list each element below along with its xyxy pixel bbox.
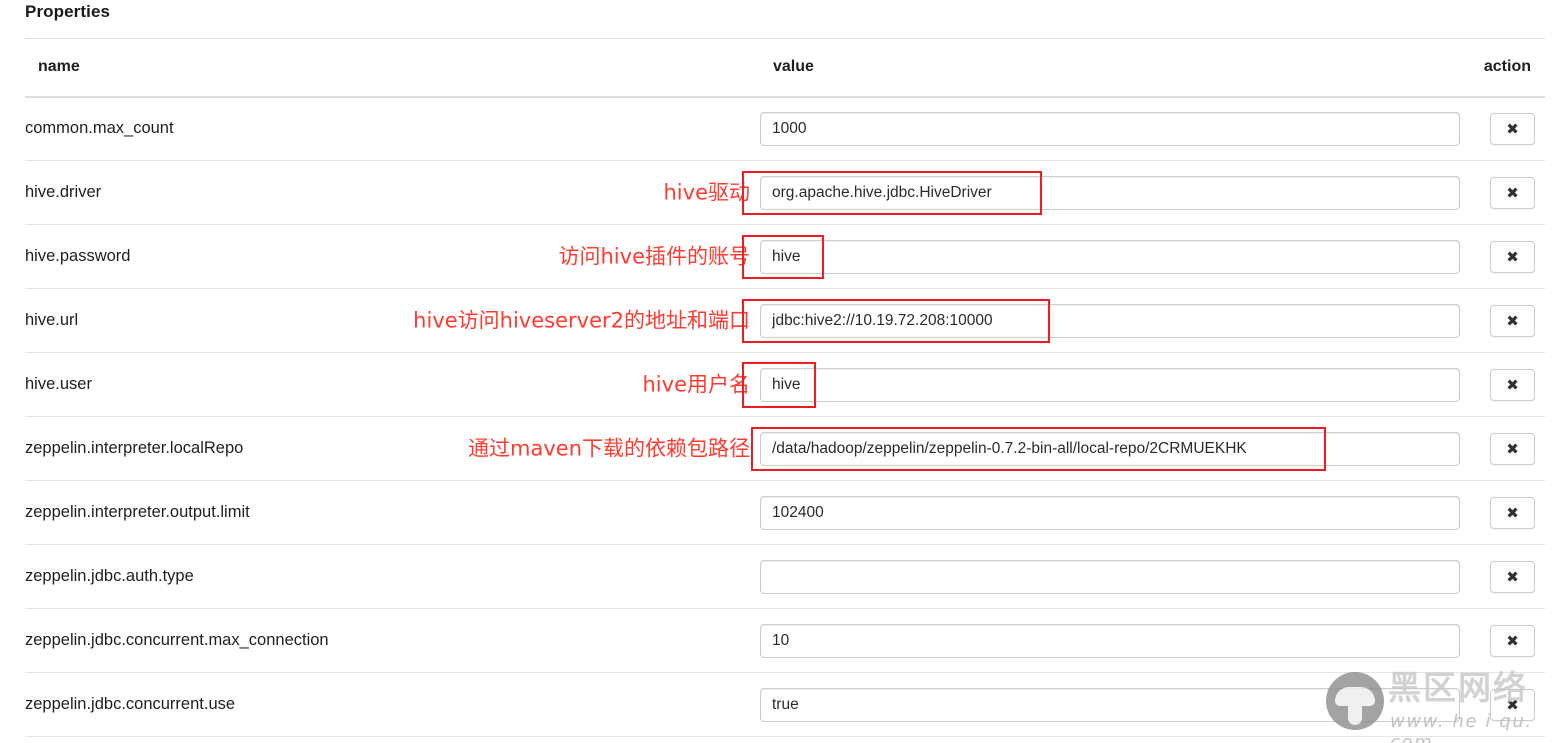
close-icon: ✖ [1506,631,1519,650]
remove-property-button[interactable]: ✖ [1490,496,1535,529]
property-action-cell: ✖ [1480,608,1545,673]
remove-property-button[interactable]: ✖ [1490,112,1535,145]
property-action-cell: ✖ [1480,416,1545,481]
close-icon: ✖ [1506,503,1519,522]
remove-property-button[interactable]: ✖ [1490,624,1535,657]
property-value-input[interactable] [760,687,1460,722]
property-value-input[interactable] [760,623,1460,658]
property-name: zeppelin.interpreter.localRepo [25,439,244,457]
property-value-input[interactable] [760,111,1460,146]
property-value-input[interactable] [760,495,1460,530]
table-header: name value action [25,38,1545,98]
table-header-row: name value action [25,38,1545,98]
property-value-cell [760,480,1480,545]
property-name: common.max_count [25,119,174,138]
annotation-text: hive访问hiveserver2的地址和端口 [413,308,750,332]
property-name: hive.url [25,311,79,329]
remove-property-button[interactable]: ✖ [1490,240,1535,273]
column-header-value: value [760,38,1480,98]
property-name: hive.password [25,247,131,265]
table-row: hive.password 访问hive插件的账号 ✖ [25,224,1545,289]
annotation-text: hive驱动 [663,180,751,204]
property-action-cell: ✖ [1480,480,1545,545]
properties-page: Properties name value action common.max_… [0,0,1566,743]
property-name-cell: zeppelin.interpreter.output.limit [25,480,760,545]
table-row: zeppelin.interpreter.localRepo 通过maven下载的… [25,416,1545,481]
table-row: zeppelin.interpreter.output.limit ✖ [25,480,1545,545]
property-action-cell: ✖ [1480,672,1545,737]
property-name: zeppelin.jdbc.concurrent.max_connection [25,631,329,649]
close-icon: ✖ [1506,439,1519,458]
property-name: zeppelin.interpreter.output.limit [25,503,250,521]
table-row: zeppelin.jdbc.concurrent.use ✖ [25,672,1545,737]
properties-table: name value action common.max_count✖hive.… [25,38,1545,737]
property-value-cell [760,672,1480,737]
table-body: common.max_count✖hive.driverhive驱动✖hive.… [25,96,1545,737]
property-action-cell: ✖ [1480,224,1545,289]
property-name: zeppelin.jdbc.auth.type [25,567,194,585]
remove-property-button[interactable]: ✖ [1490,688,1535,721]
remove-property-button[interactable]: ✖ [1490,560,1535,593]
property-action-cell: ✖ [1480,544,1545,609]
property-action-cell: ✖ [1480,352,1545,417]
remove-property-button[interactable]: ✖ [1490,368,1535,401]
property-value-cell [760,96,1480,161]
column-header-name: name [25,38,760,98]
property-name-cell: hive.password 访问hive插件的账号 [25,224,760,289]
annotation-text: 访问hive插件的账号 [558,244,751,268]
property-value-input[interactable] [760,303,1460,338]
table-row: hive.url hive访问hiveserver2的地址和端口 ✖ [25,288,1545,353]
remove-property-button[interactable]: ✖ [1490,432,1535,465]
property-value-input[interactable] [760,559,1460,594]
table-row: zeppelin.jdbc.auth.type ✖ [25,544,1545,609]
property-name: hive.driver [25,183,102,201]
annotation-text: 通过maven下载的依赖包路径 [468,436,750,460]
property-name: zeppelin.jdbc.concurrent.use [25,695,236,713]
property-action-cell: ✖ [1480,288,1545,353]
property-value-cell [760,544,1480,609]
property-value-cell [742,224,1480,289]
close-icon: ✖ [1506,183,1519,202]
property-name-cell: hive.url hive访问hiveserver2的地址和端口 [25,288,760,353]
property-value-cell [742,288,1480,353]
annotation-text: hive用户名 [642,372,751,396]
remove-property-button[interactable]: ✖ [1490,176,1535,209]
property-action-cell: ✖ [1480,160,1545,225]
property-value-input[interactable] [760,367,1460,402]
property-name-cell: zeppelin.interpreter.localRepo 通过maven下载的… [25,416,760,481]
property-value-cell [742,160,1480,225]
property-value-cell [760,608,1480,673]
property-value-cell [751,416,1480,481]
property-value-input[interactable] [760,175,1460,210]
table-row: zeppelin.jdbc.concurrent.max_connection ✖ [25,608,1545,673]
property-value-input[interactable] [760,239,1460,274]
column-header-action: action [1480,38,1545,98]
table-row: hive.user hive用户名 ✖ [25,352,1545,417]
property-name-cell: zeppelin.jdbc.concurrent.max_connection [25,608,760,673]
close-icon: ✖ [1506,375,1519,394]
property-value-input[interactable] [760,431,1460,466]
close-icon: ✖ [1506,695,1519,714]
property-name-cell: zeppelin.jdbc.auth.type [25,544,760,609]
close-icon: ✖ [1506,567,1519,586]
property-action-cell: ✖ [1480,96,1545,161]
property-name: hive.user [25,375,92,393]
table-row: hive.driver hive驱动 ✖ [25,160,1545,225]
close-icon: ✖ [1506,311,1519,330]
property-value-cell [742,352,1480,417]
property-name-cell: zeppelin.jdbc.concurrent.use [25,672,760,737]
close-icon: ✖ [1506,119,1519,138]
property-name-cell: common.max_count [25,96,760,161]
close-icon: ✖ [1506,247,1519,266]
page-title: Properties [25,2,111,21]
remove-property-button[interactable]: ✖ [1490,304,1535,337]
property-name-cell: hive.user hive用户名 [25,352,760,417]
table-row: common.max_count ✖ [25,96,1545,161]
property-name-cell: hive.driver hive驱动 [25,160,760,225]
